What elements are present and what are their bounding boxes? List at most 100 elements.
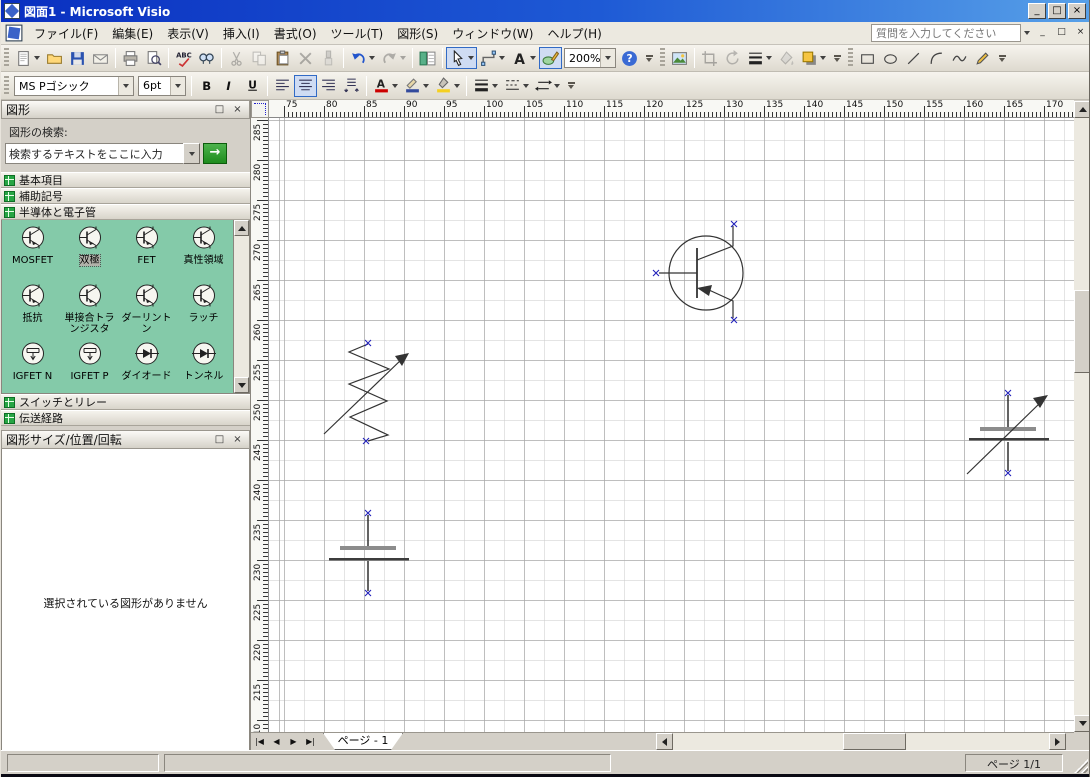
ellipse-tool-button[interactable]	[879, 47, 902, 69]
menu-view[interactable]: 表示(V)	[160, 22, 216, 45]
menu-window[interactable]: ウィンドウ(W)	[445, 22, 540, 45]
last-page-icon[interactable]: ▶|	[302, 733, 319, 750]
align-left-button[interactable]	[271, 75, 294, 97]
print-button[interactable]	[119, 47, 142, 69]
toolbar-options-icon[interactable]	[565, 75, 577, 97]
new-document-dropdown-icon[interactable]	[34, 56, 40, 60]
menu-insert[interactable]: 挿入(I)	[216, 22, 267, 45]
prev-page-icon[interactable]: ◀	[268, 733, 285, 750]
line-weight-button[interactable]	[470, 75, 501, 97]
toolbar-grip[interactable]	[4, 48, 9, 68]
scroll-up-icon[interactable]	[1074, 101, 1090, 118]
capacitor-shape[interactable]	[329, 515, 409, 591]
scroll-down-icon[interactable]	[1074, 715, 1090, 732]
underline-button[interactable]: U	[241, 75, 264, 97]
connector-tool-button[interactable]	[477, 47, 508, 69]
search-dropdown-icon[interactable]	[183, 143, 200, 164]
stencil-item[interactable]: IGFET N	[4, 340, 61, 394]
stencil-item[interactable]: MOSFET	[4, 224, 61, 282]
redo-dropdown-icon[interactable]	[400, 56, 406, 60]
minimize-button[interactable]: _	[1028, 3, 1046, 19]
next-page-icon[interactable]: ▶	[285, 733, 302, 750]
menu-edit[interactable]: 編集(E)	[105, 22, 160, 45]
line-weight-pic-button[interactable]	[744, 47, 775, 69]
panel-float-button[interactable]: □	[212, 103, 227, 117]
drawing-tools-button[interactable]	[539, 47, 562, 69]
size-panel-close-button[interactable]: ×	[230, 433, 245, 447]
stencil-group-auxiliary-symbols[interactable]: 補助記号	[1, 188, 250, 204]
panel-close-button[interactable]: ×	[230, 103, 245, 117]
stencil-group-switches-relays[interactable]: スイッチとリレー	[1, 394, 250, 410]
stencil-item[interactable]: ダーリントン	[118, 282, 175, 340]
variable-capacitor-shape[interactable]	[967, 395, 1049, 474]
line-color-dropdown-icon[interactable]	[423, 84, 429, 88]
pointer-tool-dropdown-icon[interactable]	[468, 56, 474, 60]
text-tool-dropdown-icon[interactable]	[530, 56, 536, 60]
line-ends-button[interactable]	[532, 75, 563, 97]
toolbar-grip[interactable]	[660, 48, 665, 68]
undo-button[interactable]	[347, 47, 378, 69]
vertical-align-button[interactable]	[340, 75, 363, 97]
page-tab[interactable]: ページ - 1	[323, 733, 403, 750]
menu-file[interactable]: ファイル(F)	[27, 22, 105, 45]
shapes-window-button[interactable]	[416, 47, 439, 69]
open-button[interactable]	[43, 47, 66, 69]
variable-resistor-shape[interactable]	[324, 344, 409, 441]
stencil-item[interactable]: 抵抗	[4, 282, 61, 340]
toolbar-options-icon[interactable]	[831, 47, 843, 69]
font-combo[interactable]: MS Pゴシック	[14, 76, 134, 96]
stencil-group-semiconductors-tubes[interactable]: 半導体と電子管	[1, 204, 250, 220]
text-tool-button[interactable]: A	[508, 47, 539, 69]
font-size-combo-dropdown-icon[interactable]	[170, 77, 185, 95]
close-button[interactable]: ×	[1068, 3, 1086, 19]
save-button[interactable]	[66, 47, 89, 69]
document-system-icon[interactable]	[5, 24, 23, 42]
stencil-scroll-up-icon[interactable]	[234, 220, 249, 236]
pnp-transistor-shape[interactable]	[659, 226, 743, 318]
fill-color-button[interactable]	[432, 75, 463, 97]
horizontal-scroll-thumb[interactable]	[843, 733, 906, 750]
resize-grip[interactable]	[1074, 759, 1088, 773]
stencil-item[interactable]: ラッチ	[175, 282, 232, 340]
line-ends-dropdown-icon[interactable]	[554, 84, 560, 88]
stencil-item[interactable]: ダイオード	[118, 340, 175, 394]
rectangle-tool-button[interactable]	[856, 47, 879, 69]
zoom-combo-dropdown-icon[interactable]	[600, 49, 615, 67]
new-document-button[interactable]	[12, 47, 43, 69]
line-tool-button[interactable]	[902, 47, 925, 69]
mail-button[interactable]	[89, 47, 112, 69]
stencil-scrollbar[interactable]	[233, 220, 249, 393]
insert-picture-button[interactable]	[668, 47, 691, 69]
spelling-button[interactable]: ABC	[172, 47, 195, 69]
size-panel-float-button[interactable]: □	[212, 433, 227, 447]
pointer-tool-button[interactable]	[446, 47, 477, 69]
question-dropdown-icon[interactable]	[1021, 24, 1032, 42]
first-page-icon[interactable]: |◀	[251, 733, 268, 750]
menu-format[interactable]: 書式(O)	[267, 22, 324, 45]
menu-tools[interactable]: ツール(T)	[324, 22, 391, 45]
research-button[interactable]	[195, 47, 218, 69]
shadow-dropdown-icon[interactable]	[820, 56, 826, 60]
align-right-button[interactable]	[317, 75, 340, 97]
align-center-button[interactable]	[294, 75, 317, 97]
toolbar-options-icon[interactable]	[643, 47, 655, 69]
search-go-button[interactable]: →	[203, 143, 227, 164]
maximize-button[interactable]: □	[1048, 3, 1066, 19]
stencil-item[interactable]: 双極	[61, 224, 118, 282]
stencil-group-basic-items[interactable]: 基本項目	[1, 172, 250, 188]
menu-help[interactable]: ヘルプ(H)	[540, 22, 608, 45]
line-pattern-dropdown-icon[interactable]	[523, 84, 529, 88]
scroll-right-icon[interactable]	[1049, 733, 1066, 750]
undo-dropdown-icon[interactable]	[369, 56, 375, 60]
connector-tool-dropdown-icon[interactable]	[499, 56, 505, 60]
font-color-button[interactable]: A	[370, 75, 401, 97]
line-weight-pic-dropdown-icon[interactable]	[766, 56, 772, 60]
menu-shape[interactable]: 図形(S)	[390, 22, 445, 45]
print-preview-button[interactable]	[142, 47, 165, 69]
stencil-group-transmission-paths[interactable]: 伝送経路	[1, 410, 250, 426]
help-button[interactable]: ?	[618, 47, 641, 69]
stencil-item[interactable]: IGFET P	[61, 340, 118, 394]
fill-color-dropdown-icon[interactable]	[454, 84, 460, 88]
pencil-tool-button[interactable]	[971, 47, 994, 69]
stencil-item[interactable]: FET	[118, 224, 175, 282]
